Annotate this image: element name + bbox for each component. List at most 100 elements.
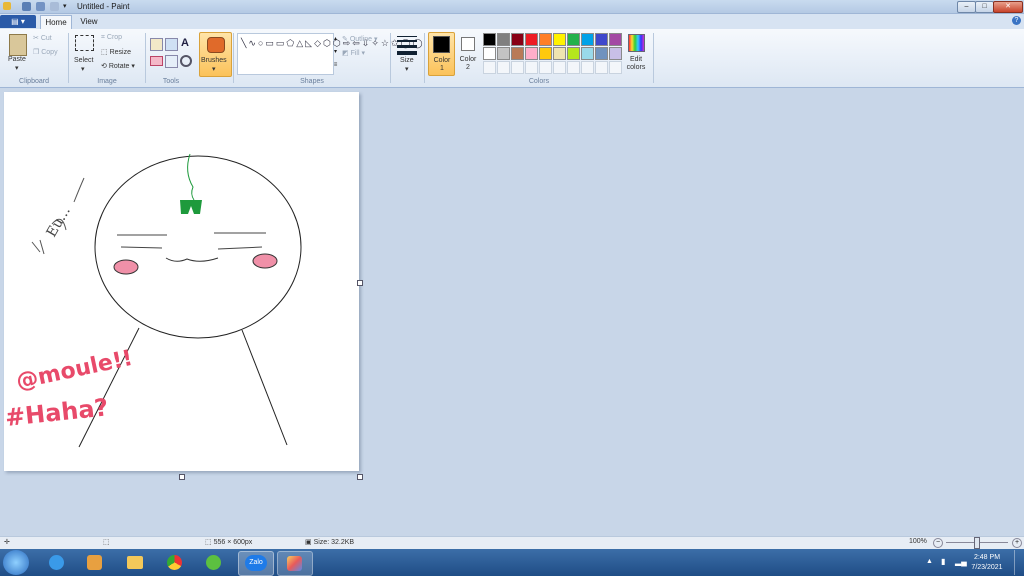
palette-empty-swatch[interactable] (497, 61, 510, 74)
taskbar-media-player[interactable] (78, 551, 112, 574)
palette-swatch[interactable] (567, 33, 580, 46)
palette-swatch[interactable] (581, 33, 594, 46)
palette-empty-swatch[interactable] (511, 61, 524, 74)
pencil-icon[interactable] (150, 38, 163, 51)
network-icon[interactable]: ▂▄ (955, 557, 967, 566)
zoom-out-button[interactable]: − (933, 538, 943, 548)
palette-swatch[interactable] (595, 47, 608, 60)
tab-home[interactable]: Home (40, 15, 72, 29)
text-icon[interactable]: A (181, 37, 189, 49)
rotate-button[interactable]: ⟲ Rotate ▾ (101, 62, 135, 70)
palette-empty-swatch[interactable] (539, 61, 552, 74)
palette-swatch[interactable] (595, 33, 608, 46)
palette-swatch[interactable] (581, 47, 594, 60)
save-icon[interactable] (22, 2, 31, 11)
palette-swatch[interactable] (483, 33, 496, 46)
size-line (397, 36, 417, 37)
cut-button[interactable]: ✂ Cut (33, 34, 52, 42)
paste-button[interactable]: Paste ▾ (6, 32, 30, 78)
resize-icon: ⬚ (101, 49, 108, 56)
shape-list: ╲∿○▭▭⬠△◺◇⬡⬡⇨⇦⇩✧☆✩◯◯ (241, 38, 425, 48)
palette-swatch[interactable] (609, 47, 622, 60)
fill-bucket-icon[interactable] (165, 38, 178, 51)
palette-swatch[interactable] (553, 47, 566, 60)
colors-group-label: Colors (528, 78, 550, 85)
size-line (397, 51, 417, 55)
palette-swatch[interactable] (497, 33, 510, 46)
color1-swatch (433, 36, 450, 53)
palette-empty-swatch[interactable] (609, 61, 622, 74)
show-desktop-button[interactable] (1014, 550, 1024, 575)
color2-button[interactable]: Color 2 (456, 32, 481, 74)
palette-empty-swatch[interactable] (581, 61, 594, 74)
zoom-slider-thumb[interactable] (974, 537, 980, 549)
taskbar-zalo[interactable]: Zalo (238, 551, 274, 576)
divider (424, 33, 425, 83)
resize-handle-right[interactable] (357, 280, 363, 286)
crop-button[interactable]: ⌗ Crop (101, 34, 122, 42)
resize-handle-corner[interactable] (357, 474, 363, 480)
body-left-line (78, 327, 140, 448)
palette-empty-swatch[interactable] (595, 61, 608, 74)
taskbar-chrome[interactable] (158, 551, 192, 574)
paste-label: Paste (8, 56, 26, 63)
size-button[interactable]: Size ▾ (395, 33, 419, 75)
maximize-button[interactable]: □ (975, 1, 994, 13)
select-button[interactable]: Select ▾ (73, 33, 95, 75)
fill-dropdown[interactable]: ◩ Fill ▾ (342, 49, 365, 57)
palette-empty-swatch[interactable] (567, 61, 580, 74)
color1-button[interactable]: Color 1 (428, 32, 455, 76)
tab-view[interactable]: View (74, 15, 104, 28)
close-button[interactable]: ✕ (993, 1, 1023, 13)
palette-swatch[interactable] (539, 47, 552, 60)
palette-swatch[interactable] (553, 33, 566, 46)
resize-button[interactable]: ⬚ Resize (101, 48, 131, 56)
taskbar-app[interactable] (197, 551, 231, 574)
color2-swatch (461, 37, 475, 51)
select-icon (75, 35, 94, 51)
paint-app-icon[interactable] (3, 2, 11, 10)
palette-swatch[interactable] (511, 47, 524, 60)
shapes-scroll[interactable]: ▴ ▾ ≡ (332, 33, 339, 73)
customize-quick-access-icon[interactable]: ▾ (63, 2, 67, 10)
zoom-in-button[interactable]: + (1012, 538, 1022, 548)
palette-swatch[interactable] (567, 47, 580, 60)
palette-swatch[interactable] (609, 33, 622, 46)
copy-button[interactable]: ❐ Copy (33, 48, 58, 56)
color1-label: Color 1 (433, 57, 451, 72)
magnifier-icon[interactable] (180, 55, 192, 67)
resize-handle-bottom[interactable] (179, 474, 185, 480)
outline-dropdown[interactable]: ✎ Outline ▾ (342, 35, 377, 43)
taskbar-paint[interactable] (277, 551, 313, 576)
start-button[interactable] (3, 550, 29, 575)
palette-swatch[interactable] (525, 47, 538, 60)
palette-swatch[interactable] (511, 33, 524, 46)
chevron-down-icon: ▾ (405, 66, 409, 73)
help-icon[interactable]: ? (1012, 16, 1021, 25)
taskbar-explorer[interactable] (118, 551, 152, 574)
minimize-button[interactable]: – (957, 1, 976, 13)
show-hidden-icons[interactable]: ▲ (926, 558, 933, 565)
file-menu-button[interactable]: ▤ ▾ (0, 15, 36, 28)
palette-swatch[interactable] (483, 47, 496, 60)
shapes-gallery[interactable]: ╲∿○▭▭⬠△◺◇⬡⬡⇨⇦⇩✧☆✩◯◯ (237, 33, 425, 75)
taskbar-ie[interactable] (40, 551, 74, 574)
undo-icon[interactable] (36, 2, 45, 11)
drawing-canvas[interactable]: Eu... @moule!! #Haha? (4, 92, 359, 471)
palette-swatch[interactable] (497, 47, 510, 60)
brushes-button[interactable]: Brushes ▾ (199, 32, 232, 77)
palette-empty-swatch[interactable] (525, 61, 538, 74)
clipboard-group-label: Clipboard (19, 78, 49, 85)
palette-empty-swatch[interactable] (483, 61, 496, 74)
palette-swatch[interactable] (525, 33, 538, 46)
clock[interactable]: 2:48 PM 7/23/2021 (970, 553, 1004, 573)
redo-icon[interactable] (50, 2, 59, 11)
color-picker-icon[interactable] (165, 55, 178, 68)
eraser-icon[interactable] (150, 56, 163, 66)
battery-icon[interactable]: ▮ (941, 557, 945, 566)
edit-colors-button[interactable]: Edit colors (624, 32, 648, 76)
palette-empty-swatch[interactable] (553, 61, 566, 74)
palette-swatch[interactable] (539, 33, 552, 46)
chevron-down-icon: ▾ (361, 50, 365, 57)
chevron-down-icon: ▾ (212, 66, 216, 73)
